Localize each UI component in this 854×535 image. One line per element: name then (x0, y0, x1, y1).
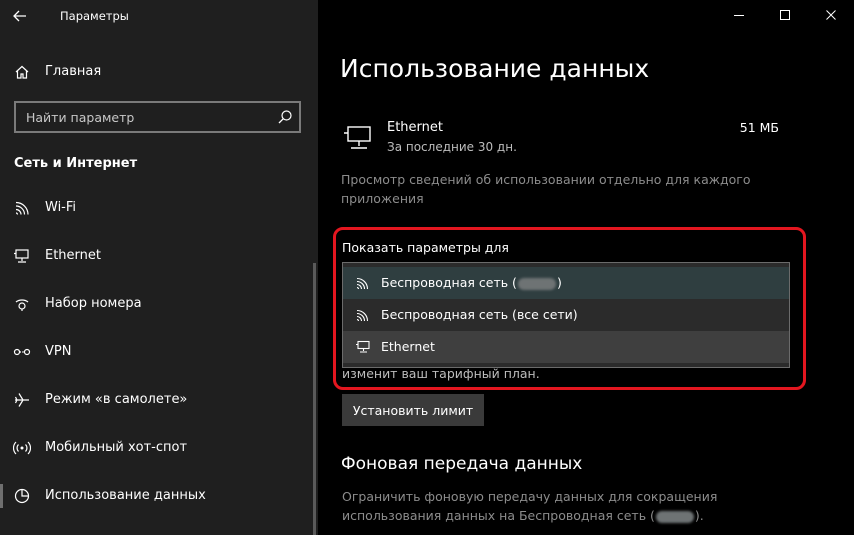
redacted-network-name (655, 510, 694, 523)
usage-period: За последние 30 дн. (387, 140, 517, 154)
content-pane: Использование данных Ethernet За последн… (318, 0, 854, 535)
sidebar-item-ethernet[interactable]: Ethernet (0, 236, 318, 276)
sidebar-item-airplane-mode[interactable]: Режим «в самолете» (0, 380, 318, 420)
background-data-title: Фоновая передача данных (341, 454, 583, 474)
home-label: Главная (45, 64, 102, 79)
nav-scrollbar[interactable] (313, 263, 316, 535)
close-icon (826, 10, 836, 20)
back-button[interactable] (8, 4, 32, 28)
sidebar-item-label: Режим «в самолете» (45, 392, 188, 407)
home-icon (15, 65, 29, 79)
search-input[interactable] (16, 103, 266, 131)
search-icon[interactable] (277, 109, 293, 125)
sidebar-item-label: VPN (45, 344, 72, 359)
maximize-button[interactable] (762, 0, 808, 30)
home-link[interactable]: Главная (0, 56, 318, 88)
back-arrow-icon (13, 10, 26, 22)
background-data-description: Ограничить фоновую передачу данных для с… (342, 489, 718, 523)
network-name: Ethernet (387, 120, 443, 135)
app-usage-details-link[interactable]: Просмотр сведений об использовании отдел… (341, 170, 761, 208)
title-bar: Параметры (0, 0, 318, 32)
page-title: Использование данных (340, 54, 650, 83)
sidebar-item-data-usage[interactable]: Использование данных (0, 476, 318, 516)
app-title: Параметры (60, 9, 129, 23)
sidebar-item-label: Использование данных (45, 488, 206, 503)
section-title: Сеть и Интернет (14, 156, 138, 171)
minimize-icon (734, 15, 744, 16)
sidebar-item-label: Ethernet (45, 248, 101, 263)
maximize-icon (780, 10, 790, 20)
wifi-icon (15, 201, 29, 215)
airplane-icon (14, 393, 29, 407)
data-usage-icon (14, 488, 30, 504)
sidebar-item-vpn[interactable]: VPN (0, 332, 318, 372)
ethernet-icon (344, 126, 371, 149)
vpn-icon (13, 348, 31, 356)
sidebar-item-label: Wi-Fi (45, 200, 77, 215)
usage-size: 51 МБ (739, 120, 779, 135)
minimize-button[interactable] (716, 0, 762, 30)
search-box[interactable] (14, 101, 301, 133)
highlight-frame (333, 227, 806, 390)
sidebar-item-dialup[interactable]: Набор номера (0, 284, 318, 324)
dialup-icon (15, 299, 29, 311)
sidebar-item-label: Набор номера (45, 296, 142, 311)
hotspot-icon (13, 441, 31, 455)
navigation-pane: Параметры Главная Сеть и Интернет Wi-Fi … (0, 0, 318, 535)
sidebar-item-label: Мобильный хот-спот (45, 440, 188, 455)
sidebar-item-mobile-hotspot[interactable]: Мобильный хот-спот (0, 428, 318, 468)
sidebar-item-wifi[interactable]: Wi-Fi (0, 188, 318, 228)
ethernet-icon (14, 249, 29, 263)
set-limit-button[interactable]: Установить лимит (342, 394, 484, 426)
close-button[interactable] (808, 0, 854, 30)
